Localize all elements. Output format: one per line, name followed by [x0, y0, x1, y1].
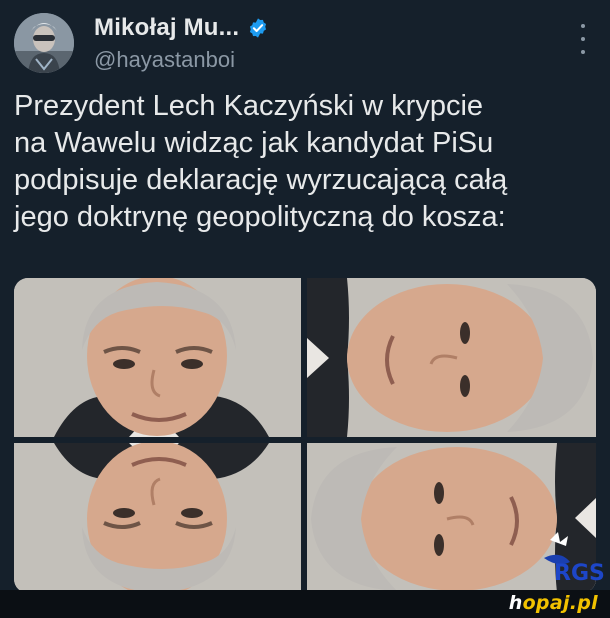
watermark-logo-text: RGS: [554, 561, 605, 586]
watermark-prefix: h: [508, 592, 523, 614]
more-dot: [581, 50, 585, 54]
photo-portrait-upright[interactable]: [14, 278, 301, 437]
watermark-site: hopaj.pl: [509, 592, 598, 614]
verified-badge-icon: [247, 17, 269, 39]
photo-portrait-rotated-left[interactable]: [307, 278, 596, 437]
more-dot: [581, 37, 585, 41]
avatar[interactable]: [14, 13, 74, 73]
watermark-logo: RGS: [540, 528, 608, 594]
watermark-site-name: opaj.pl: [522, 592, 598, 614]
more-dot: [581, 24, 585, 28]
photo-portrait-upside-down[interactable]: [14, 443, 301, 593]
name-row: Mikołaj Mu...: [94, 14, 269, 42]
tweet-text: Prezydent Lech Kaczyński w krypcie na Wa…: [14, 90, 508, 233]
media-grid[interactable]: [14, 278, 596, 593]
tweet-card: Mikołaj Mu... @hayastanboi Prezydent Lec…: [0, 0, 610, 618]
display-name[interactable]: Mikołaj Mu...: [94, 14, 239, 42]
handle[interactable]: @hayastanboi: [94, 47, 235, 73]
more-options-icon[interactable]: [572, 24, 594, 54]
